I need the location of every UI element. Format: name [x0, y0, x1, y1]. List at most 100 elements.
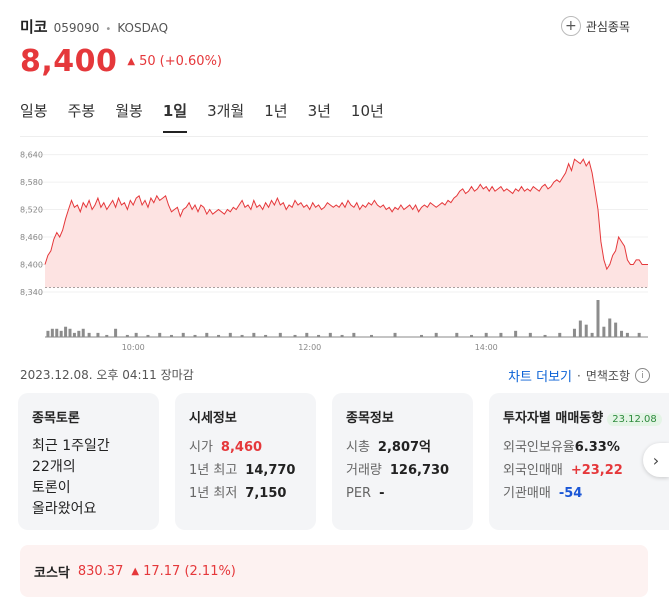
market-close-time: 2023.12.08. 오후 04:11 장마감 — [20, 368, 194, 382]
watchlist-button[interactable]: + 관심종목 — [560, 16, 630, 36]
change-percent: (+0.60%) — [159, 54, 222, 69]
volume-bar — [278, 332, 282, 337]
card-title: 시세정보 — [189, 411, 237, 426]
y-tick-label: 8,460 — [20, 233, 43, 242]
market-name: KOSDAQ — [117, 21, 169, 35]
volume-bar — [584, 324, 588, 337]
volume-bar — [81, 328, 85, 337]
volume-bar — [158, 332, 162, 337]
card-title: 투자자별 매매동향 23.12.08 — [503, 407, 669, 426]
volume-bar — [68, 328, 72, 337]
volume-bar — [620, 330, 624, 337]
stock-code: 059090 — [53, 21, 100, 35]
volume-bar — [217, 334, 221, 337]
volume-bar — [228, 332, 232, 337]
row-value: 6.33% — [574, 440, 620, 455]
row-key: PER — [346, 486, 372, 501]
discussion-line: 22개의 — [32, 459, 76, 475]
volume-bar — [46, 330, 50, 337]
investor-trend-card[interactable]: 투자자별 매매동향 23.12.08 외국인보유율 6.33% 외국인매매 +23… — [489, 393, 669, 530]
info-icon[interactable]: i — [635, 368, 650, 383]
tab-3-months[interactable]: 3개월 — [207, 100, 244, 133]
volume-row: 거래량 126,730 — [346, 459, 459, 482]
discussion-card[interactable]: 종목토론 최근 1주일간 22개의 토론이 올라왔어요 — [18, 393, 159, 530]
disclaimer-link[interactable]: 면책조항 — [586, 367, 630, 384]
volume-bar — [470, 334, 474, 337]
price-row: 8,400 ▲ 50 (+0.60%) — [20, 44, 222, 79]
status-row: 2023.12.08. 오후 04:11 장마감 차트 더보기 · 면책조항 i — [20, 366, 650, 385]
volume-bar — [55, 328, 59, 337]
next-card-button[interactable]: › — [643, 443, 669, 477]
row-value: 126,730 — [389, 463, 450, 478]
row-key: 시총 — [346, 440, 370, 455]
tab-monthly[interactable]: 월봉 — [115, 100, 143, 133]
volume-bar — [590, 332, 594, 337]
volume-bar — [528, 332, 532, 337]
volume-bar — [205, 332, 209, 337]
volume-bar — [134, 332, 138, 337]
volume-bar — [59, 330, 63, 337]
row-key: 시가 — [189, 440, 213, 455]
row-value: 2,807억 — [377, 440, 432, 455]
y-tick-label: 8,640 — [20, 151, 43, 160]
volume-bar — [305, 332, 309, 337]
open-price-row: 시가 8,460 — [189, 436, 302, 459]
row-value: 14,770 — [245, 463, 296, 478]
row-value: - — [379, 486, 385, 501]
tab-daily[interactable]: 일봉 — [20, 100, 48, 133]
volume-bar — [293, 334, 297, 337]
volume-bar — [264, 334, 268, 337]
separator-dot: • — [105, 24, 112, 35]
index-name: 코스닥 — [34, 565, 70, 581]
period-tabs: 일봉 주봉 월봉 1일 3개월 1년 3년 10년 — [20, 100, 404, 133]
tab-3-years[interactable]: 3년 — [308, 100, 331, 133]
row-key: 거래량 — [346, 463, 382, 478]
card-title: 종목토론 — [32, 411, 80, 426]
row-value: 8,460 — [220, 440, 263, 455]
volume-bar — [602, 326, 606, 337]
volume-bar — [50, 328, 54, 337]
current-price: 8,400 — [20, 44, 118, 79]
volume-bar — [252, 332, 256, 337]
y-tick-label: 8,340 — [20, 288, 43, 297]
tab-10-years[interactable]: 10년 — [351, 100, 384, 133]
volume-bar — [637, 332, 641, 337]
volume-bar — [87, 332, 91, 337]
volume-bar — [434, 332, 438, 337]
discussion-line: 최근 1주일간 — [32, 438, 110, 454]
watchlist-label: 관심종목 — [585, 19, 630, 34]
volume-bar — [77, 330, 81, 337]
market-info-card[interactable]: 시세정보 시가 8,460 1년 최고 14,770 1년 최저 7,150 — [175, 393, 316, 530]
tab-weekly[interactable]: 주봉 — [68, 100, 96, 133]
year-high-row: 1년 최고 14,770 — [189, 459, 302, 482]
x-tick-label: 12:00 — [298, 343, 321, 352]
discussion-line: 올라왔어요 — [32, 501, 97, 517]
market-cap-row: 시총 2,807억 — [346, 436, 459, 459]
x-tick-label: 14:00 — [475, 343, 498, 352]
volume-bar — [558, 332, 562, 337]
tab-1-day[interactable]: 1일 — [162, 100, 188, 133]
index-change: ▲ 17.17 (2.11%) — [131, 564, 236, 579]
volume-bar — [72, 332, 76, 337]
volume-bar — [614, 322, 618, 337]
per-row: PER - — [346, 482, 459, 505]
year-low-row: 1년 최저 7,150 — [189, 482, 302, 505]
kosdaq-index-box[interactable]: 코스닥 830.37 ▲ 17.17 (2.11%) — [20, 545, 648, 597]
price-chart[interactable]: 8,640 8,580 8,520 8,460 8,400 8,340 10:00 12:00… — [0, 140, 669, 360]
up-arrow-icon: ▲ — [131, 565, 140, 577]
tabs-divider — [20, 136, 648, 137]
volume-bar — [114, 328, 118, 337]
volume-bar — [420, 334, 424, 337]
tab-1-year[interactable]: 1년 — [264, 100, 287, 133]
row-value: -54 — [558, 486, 583, 501]
volume-bar — [193, 334, 197, 337]
chart-svg: 8,640 8,580 8,520 8,460 8,400 8,340 10:00 12:00… — [20, 151, 648, 352]
row-key: 1년 최저 — [189, 486, 238, 501]
stock-info-card[interactable]: 종목정보 시총 2,807억 거래량 126,730 PER - — [332, 393, 473, 530]
price-change: ▲ 50 (+0.60%) — [127, 54, 222, 69]
card-title: 종목정보 — [346, 411, 394, 426]
stock-name: 미코 — [20, 18, 48, 36]
volume-bar — [352, 332, 356, 337]
more-chart-link[interactable]: 차트 더보기 — [508, 366, 572, 385]
volume-bar — [105, 334, 109, 337]
